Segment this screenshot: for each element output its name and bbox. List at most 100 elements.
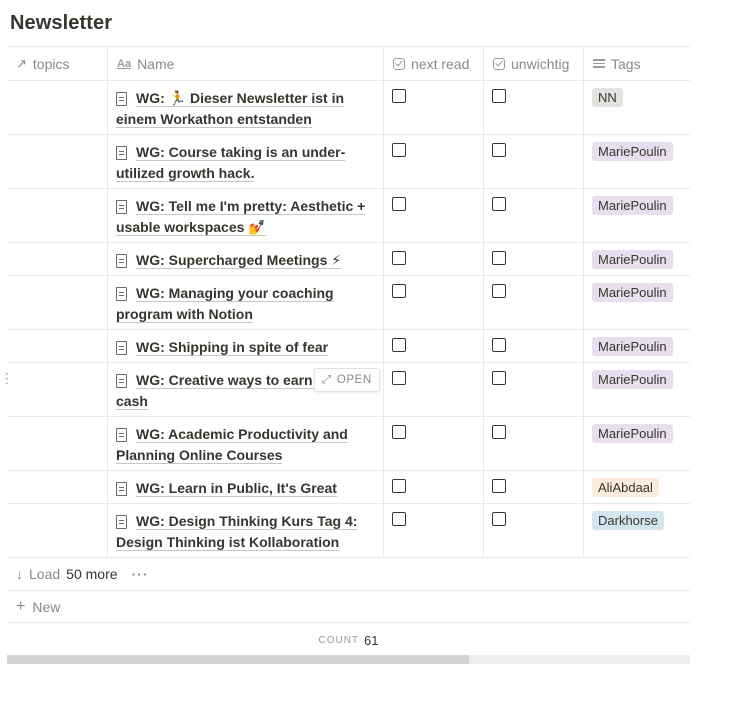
next-read-checkbox[interactable] bbox=[392, 89, 406, 103]
unwichtig-checkbox[interactable] bbox=[492, 512, 506, 526]
table-row[interactable]: ⋮ WG: Creative ways to earn s cash ⤢ OPEN Mar… bbox=[0, 363, 690, 417]
column-header-topics[interactable]: ↗ topics bbox=[7, 47, 108, 80]
tags-cell[interactable]: Darkhorse bbox=[584, 504, 690, 557]
name-cell[interactable]: WG: Course taking is an under-utilized g… bbox=[108, 135, 384, 188]
tag-badge[interactable]: MariePoulin bbox=[592, 196, 673, 215]
topics-cell[interactable] bbox=[7, 504, 108, 557]
ellipsis-icon[interactable]: ··· bbox=[132, 566, 149, 582]
table-row[interactable]: WG: Shipping in spite of fear MariePoulin bbox=[7, 330, 690, 363]
name-cell[interactable]: WG: Creative ways to earn s cash ⤢ OPEN bbox=[108, 363, 384, 416]
tag-badge[interactable]: MariePoulin bbox=[592, 142, 673, 161]
new-row-button[interactable]: + New bbox=[7, 591, 690, 623]
unwichtig-checkbox[interactable] bbox=[492, 284, 506, 298]
next-read-checkbox[interactable] bbox=[392, 197, 406, 211]
unwichtig-checkbox[interactable] bbox=[492, 371, 506, 385]
unwichtig-checkbox[interactable] bbox=[492, 479, 506, 493]
next-read-checkbox[interactable] bbox=[392, 479, 406, 493]
topics-cell[interactable] bbox=[7, 276, 108, 329]
next-read-checkbox[interactable] bbox=[392, 338, 406, 352]
tag-badge[interactable]: NN bbox=[592, 88, 623, 107]
page-title-link[interactable]: WG: Tell me I'm pretty: Aesthetic + bbox=[136, 198, 366, 215]
topics-cell[interactable] bbox=[7, 330, 108, 362]
scrollbar-thumb[interactable] bbox=[7, 655, 470, 664]
table-row[interactable]: WG: 🏃 Dieser Newsletter ist in einem Work… bbox=[7, 81, 690, 135]
name-cell[interactable]: WG: Shipping in spite of fear bbox=[108, 330, 384, 362]
tag-badge[interactable]: MariePoulin bbox=[592, 250, 673, 269]
unwichtig-checkbox[interactable] bbox=[492, 251, 506, 265]
name-cell[interactable]: WG: Managing your coaching program with N… bbox=[108, 276, 384, 329]
next-read-checkbox[interactable] bbox=[392, 251, 406, 265]
table-row[interactable]: WG: Tell me I'm pretty: Aesthetic + usabl… bbox=[7, 189, 690, 243]
tag-badge[interactable]: MariePoulin bbox=[592, 283, 673, 302]
unwichtig-checkbox[interactable] bbox=[492, 338, 506, 352]
column-header-tags[interactable]: Tags bbox=[584, 47, 690, 80]
table-row[interactable]: WG: Learn in Public, It's Great AliAbdaal bbox=[7, 471, 690, 504]
topics-cell[interactable] bbox=[7, 135, 108, 188]
tags-cell[interactable]: MariePoulin bbox=[584, 276, 690, 329]
page-title-link-line2[interactable]: einem Workathon entstanden bbox=[116, 111, 312, 128]
topics-cell[interactable] bbox=[7, 243, 108, 275]
topics-cell[interactable] bbox=[7, 189, 108, 242]
unwichtig-checkbox[interactable] bbox=[492, 143, 506, 157]
next-read-checkbox[interactable] bbox=[392, 143, 406, 157]
tag-badge[interactable]: Darkhorse bbox=[592, 511, 664, 530]
horizontal-scrollbar[interactable] bbox=[7, 655, 690, 664]
topics-cell[interactable] bbox=[7, 417, 108, 470]
page-title-link[interactable]: WG: Design Thinking Kurs Tag 4: bbox=[136, 513, 358, 530]
tags-cell[interactable]: MariePoulin bbox=[584, 330, 690, 362]
table-row[interactable]: WG: Academic Productivity and Planning On… bbox=[7, 417, 690, 471]
tags-cell[interactable]: NN bbox=[584, 81, 690, 134]
page-title-link[interactable]: WG: Managing your coaching bbox=[136, 285, 334, 302]
tags-cell[interactable]: AliAbdaal bbox=[584, 471, 690, 503]
page-title-link[interactable]: WG: Shipping in spite of fear bbox=[136, 339, 329, 356]
name-cell[interactable]: WG: Tell me I'm pretty: Aesthetic + usabl… bbox=[108, 189, 384, 242]
load-more-button[interactable]: ↓ Load 50 more ··· bbox=[7, 557, 690, 591]
count-calculation[interactable]: COUNT 61 bbox=[7, 629, 690, 651]
table-row[interactable]: WG: Design Thinking Kurs Tag 4: Design Th… bbox=[7, 504, 690, 558]
tags-cell[interactable]: MariePoulin bbox=[584, 243, 690, 275]
page-title-link[interactable]: WG: 🏃 Dieser Newsletter ist in bbox=[136, 90, 345, 107]
page-title-link[interactable]: WG: Academic Productivity and bbox=[136, 426, 348, 443]
unwichtig-checkbox[interactable] bbox=[492, 425, 506, 439]
drag-handle-icon[interactable]: ⋮ bbox=[0, 371, 14, 385]
next-read-checkbox[interactable] bbox=[392, 512, 406, 526]
tag-badge[interactable]: MariePoulin bbox=[592, 337, 673, 356]
next-read-checkbox[interactable] bbox=[392, 284, 406, 298]
column-header-name[interactable]: Aa Name bbox=[108, 47, 384, 80]
page-title-link[interactable]: WG: Creative ways to earn s bbox=[136, 372, 325, 389]
page-title-link[interactable]: WG: Course taking is an under- bbox=[136, 144, 346, 161]
unwichtig-checkbox[interactable] bbox=[492, 197, 506, 211]
page-title-link[interactable]: WG: Supercharged Meetings ⚡ bbox=[136, 252, 342, 269]
tag-badge[interactable]: MariePoulin bbox=[592, 370, 673, 389]
column-header-unwichtig[interactable]: unwichtig bbox=[484, 47, 584, 80]
page-title-link-line2[interactable]: usable workspaces 💅 bbox=[116, 219, 266, 236]
topics-cell[interactable]: ⋮ bbox=[0, 363, 108, 416]
name-cell[interactable]: WG: 🏃 Dieser Newsletter ist in einem Work… bbox=[108, 81, 384, 134]
page-title-link-line2[interactable]: Planning Online Courses bbox=[116, 447, 283, 464]
table-row[interactable]: WG: Course taking is an under-utilized g… bbox=[7, 135, 690, 189]
next-read-checkbox[interactable] bbox=[392, 371, 406, 385]
open-page-button[interactable]: ⤢ OPEN bbox=[314, 368, 380, 392]
page-title-link-line2[interactable]: Design Thinking ist Kollaboration bbox=[116, 534, 340, 551]
tags-cell[interactable]: MariePoulin bbox=[584, 189, 690, 242]
name-cell[interactable]: WG: Supercharged Meetings ⚡ bbox=[108, 243, 384, 275]
name-cell[interactable]: WG: Learn in Public, It's Great bbox=[108, 471, 384, 503]
name-cell[interactable]: WG: Design Thinking Kurs Tag 4: Design Th… bbox=[108, 504, 384, 557]
topics-cell[interactable] bbox=[7, 471, 108, 503]
unwichtig-checkbox[interactable] bbox=[492, 89, 506, 103]
column-header-next-read[interactable]: next read bbox=[384, 47, 484, 80]
table-row[interactable]: WG: Managing your coaching program with N… bbox=[7, 276, 690, 330]
tag-badge[interactable]: MariePoulin bbox=[592, 424, 673, 443]
tags-cell[interactable]: MariePoulin bbox=[584, 417, 690, 470]
topics-cell[interactable] bbox=[7, 81, 108, 134]
page-title-link-line2[interactable]: utilized growth hack. bbox=[116, 165, 255, 182]
page-title-link-line2[interactable]: cash bbox=[116, 393, 148, 410]
tag-badge[interactable]: AliAbdaal bbox=[592, 478, 659, 497]
page-title-link[interactable]: WG: Learn in Public, It's Great bbox=[136, 480, 337, 497]
tags-cell[interactable]: MariePoulin bbox=[584, 363, 690, 416]
name-cell[interactable]: WG: Academic Productivity and Planning On… bbox=[108, 417, 384, 470]
table-row[interactable]: WG: Supercharged Meetings ⚡ MariePoulin bbox=[7, 243, 690, 276]
tags-cell[interactable]: MariePoulin bbox=[584, 135, 690, 188]
next-read-checkbox[interactable] bbox=[392, 425, 406, 439]
page-title-link-line2[interactable]: program with Notion bbox=[116, 306, 253, 323]
